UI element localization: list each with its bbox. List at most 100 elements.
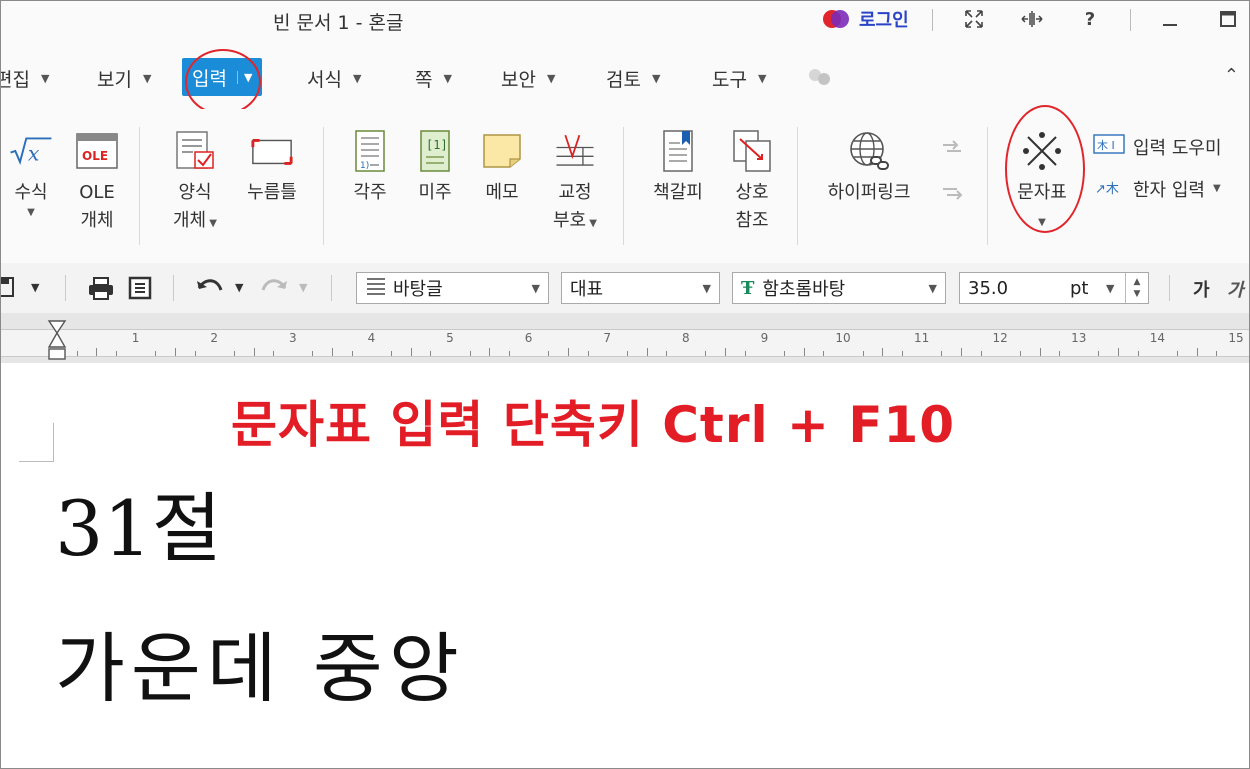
collapse-ribbon-icon[interactable]: ⌃ bbox=[1224, 65, 1239, 86]
width-fit-icon[interactable] bbox=[1017, 5, 1047, 33]
proof-label-2: 부호 ▼ bbox=[553, 210, 597, 231]
chevron-down-icon[interactable]: ▼ bbox=[31, 281, 39, 294]
memo-button[interactable]: 메모 bbox=[476, 129, 528, 207]
ruler-number: 6 bbox=[524, 331, 533, 345]
title-separator-2 bbox=[1130, 9, 1131, 31]
bookmark-button[interactable]: 책갈피 bbox=[647, 129, 709, 207]
ruler-tick bbox=[1196, 348, 1198, 356]
ruler-number: 8 bbox=[681, 331, 690, 345]
endnote-label: 미주 bbox=[418, 182, 452, 203]
endnote-button[interactable]: [1] 미주 bbox=[409, 129, 461, 207]
share-icon[interactable] bbox=[807, 61, 833, 95]
crossref-label-2: 참조 bbox=[735, 210, 769, 231]
proofreading-marks-icon bbox=[553, 129, 597, 173]
toolbar-separator bbox=[331, 275, 332, 301]
toolbar-separator bbox=[1169, 275, 1170, 301]
press-field-icon bbox=[250, 129, 294, 173]
redo-icon bbox=[259, 276, 289, 303]
bold-button[interactable]: 가 bbox=[1193, 276, 1210, 302]
ruler-number: 11 bbox=[913, 331, 930, 345]
login-button[interactable]: 로그인 bbox=[823, 6, 909, 32]
ruler-tick bbox=[469, 351, 471, 356]
fullscreen-icon[interactable] bbox=[959, 5, 989, 33]
ribbon-separator bbox=[139, 127, 140, 245]
ruler-tick bbox=[410, 348, 412, 356]
ruler-tick bbox=[803, 348, 805, 356]
hanja-input-button[interactable]: ↗木 한자 입력 ▼ bbox=[1093, 175, 1221, 202]
ruler-tick bbox=[901, 351, 903, 356]
italic-button[interactable]: 가 bbox=[1227, 276, 1244, 302]
undo-icon[interactable] bbox=[195, 276, 225, 303]
ruler-tick bbox=[96, 348, 98, 356]
memo-icon bbox=[480, 129, 524, 173]
ruler-tick bbox=[941, 351, 943, 356]
svg-text:x: x bbox=[28, 141, 40, 165]
font-size-value: 35.0 bbox=[968, 277, 1009, 299]
input-helper-button[interactable]: 木 I 입력 도우미 bbox=[1093, 133, 1222, 160]
ruler-tick bbox=[391, 351, 393, 356]
menu-tools[interactable]: 도구 ▼ bbox=[712, 61, 766, 95]
ole-label-2: 개체 bbox=[80, 210, 114, 231]
ruler-tick bbox=[489, 348, 491, 356]
language-select[interactable]: 대표 ▼ bbox=[561, 272, 720, 304]
ruler-number: 2 bbox=[210, 331, 219, 345]
chevron-down-icon: ▼ bbox=[1212, 183, 1221, 194]
ruler-tick bbox=[567, 348, 569, 356]
ruler-number: 5 bbox=[446, 331, 454, 345]
window-title: 빈 문서 1 - 혼글 bbox=[273, 12, 404, 34]
font-size-stepper[interactable]: ▲ ▼ bbox=[1125, 273, 1148, 303]
menu-view[interactable]: 보기 ▼ bbox=[97, 61, 151, 95]
ruler-tick bbox=[705, 351, 707, 356]
print-icon[interactable] bbox=[87, 276, 115, 305]
press-field-button[interactable]: 누름틀 bbox=[239, 129, 305, 207]
save-icon[interactable] bbox=[1, 276, 17, 303]
equation-button[interactable]: x 수식 ▼ bbox=[3, 129, 59, 218]
ruler-tick bbox=[194, 351, 196, 356]
hyperlink-button[interactable]: 하이퍼링크 bbox=[817, 129, 921, 207]
font-select[interactable]: Ŧ 함초롬바탕 ▼ bbox=[732, 272, 946, 304]
ruler-tick bbox=[332, 348, 334, 356]
ruler-tick bbox=[273, 351, 275, 356]
shortcut-annotation: 문자표 입력 단축키 Ctrl + F10 bbox=[231, 396, 956, 454]
chevron-down-icon[interactable]: ▼ bbox=[235, 281, 243, 294]
menu-review[interactable]: 검토 ▼ bbox=[606, 61, 660, 95]
style-select[interactable]: 바탕글 ▼ bbox=[356, 272, 549, 304]
menu-tools-label: 도구 bbox=[712, 68, 747, 91]
input-helper-icon: 木 I bbox=[1093, 133, 1125, 160]
print-preview-icon[interactable] bbox=[127, 276, 153, 305]
proofreading-marks-button[interactable]: 교정 부호 ▼ bbox=[541, 129, 609, 238]
ole-object-button[interactable]: OLE OLE 개체 bbox=[71, 129, 123, 235]
svg-text:木 I: 木 I bbox=[1097, 139, 1115, 152]
form-object-button[interactable]: 양식 개체 ▼ bbox=[165, 129, 225, 238]
font-size-input[interactable]: 35.0 pt ▼ ▲ ▼ bbox=[959, 272, 1149, 304]
indent-marker-icon[interactable] bbox=[47, 319, 67, 367]
hyperlink-label: 하이퍼링크 bbox=[827, 182, 911, 203]
document-area[interactable]: 문자표 입력 단축키 Ctrl + F10 31절 가운데 중앙 bbox=[1, 363, 1249, 768]
proof-label-1: 교정 bbox=[558, 182, 592, 203]
chevron-down-icon: ▼ bbox=[443, 71, 452, 85]
format-toolbar: ▼ ▼ ▼ 바탕글 ▼ 대표 ▼ Ŧ 함초롬바탕 ▼ 35.0 pt ▼ ▲ ▼… bbox=[1, 263, 1249, 314]
ruler-number: 3 bbox=[288, 331, 297, 345]
menu-edit[interactable]: 편집 ▼ bbox=[1, 61, 49, 95]
document-line-1: 31절 bbox=[55, 484, 222, 573]
menu-page[interactable]: 쪽 ▼ bbox=[415, 61, 452, 95]
ruler-tick bbox=[862, 351, 864, 356]
ruler-tick bbox=[646, 348, 648, 356]
menu-security[interactable]: 보안 ▼ bbox=[501, 61, 555, 95]
footnote-button[interactable]: 1) 각주 bbox=[344, 129, 396, 207]
menu-format[interactable]: 서식 ▼ bbox=[307, 61, 361, 95]
ruler-tick bbox=[1019, 351, 1021, 356]
ruler-number: 13 bbox=[1071, 331, 1087, 345]
ribbon-separator bbox=[323, 127, 324, 245]
menu-page-label: 쪽 bbox=[415, 68, 433, 91]
cross-reference-button[interactable]: 상호 참조 bbox=[724, 129, 780, 235]
help-icon[interactable]: ? bbox=[1075, 5, 1105, 33]
chevron-down-icon: ▼ bbox=[757, 71, 767, 85]
equation-icon: x bbox=[9, 129, 53, 173]
restore-icon[interactable] bbox=[1213, 5, 1243, 33]
ruler-tick bbox=[666, 351, 668, 356]
language-value: 대표 bbox=[570, 279, 604, 300]
hancom-logo-icon bbox=[823, 8, 853, 30]
endnote-icon: [1] bbox=[413, 129, 457, 173]
minimize-icon[interactable] bbox=[1155, 5, 1185, 33]
